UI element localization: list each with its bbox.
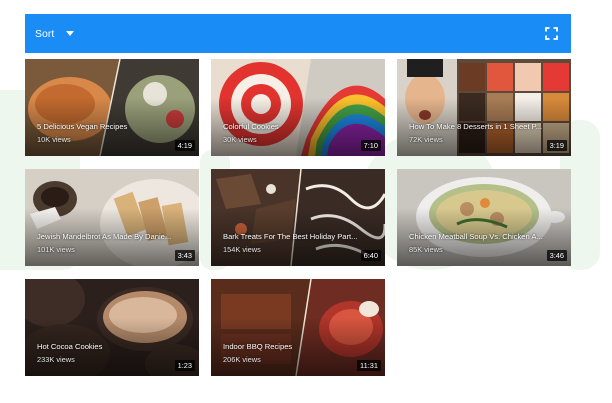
video-duration: 4:19 <box>174 140 195 151</box>
video-views: 10K views <box>37 135 71 144</box>
video-title[interactable]: Hot Cocoa Cookies <box>37 342 187 351</box>
video-card[interactable]: How To Make 8 Desserts in 1 Sheet P... 7… <box>397 59 571 156</box>
sort-button[interactable]: Sort <box>35 27 75 40</box>
caret-down-icon <box>66 31 75 36</box>
video-views: 30K views <box>223 135 257 144</box>
video-title[interactable]: Chicken Meatball Soup Vs. Chicken A... <box>409 232 559 241</box>
video-card[interactable]: Chicken Meatball Soup Vs. Chicken A... 8… <box>397 169 571 266</box>
video-views: 85K views <box>409 245 443 254</box>
video-title[interactable]: Bark Treats For The Best Holiday Part... <box>223 232 373 241</box>
video-duration: 3:19 <box>546 140 567 151</box>
video-card[interactable]: Hot Cocoa Cookies 233K views 1:23 <box>25 279 199 376</box>
video-title[interactable]: Jewish Mandelbrot As Made By Danie... <box>37 232 187 241</box>
toolbar: Sort <box>25 14 571 53</box>
video-card[interactable]: Bark Treats For The Best Holiday Part...… <box>211 169 385 266</box>
video-views: 233K views <box>37 355 75 364</box>
sort-label: Sort <box>35 27 55 40</box>
video-title[interactable]: Indoor BBQ Recipes <box>223 342 373 351</box>
video-duration: 1:23 <box>174 360 195 371</box>
video-title[interactable]: Colorful Cookies <box>223 122 373 131</box>
video-views: 154K views <box>223 245 261 254</box>
video-card[interactable]: Jewish Mandelbrot As Made By Danie... 10… <box>25 169 199 266</box>
video-views: 101K views <box>37 245 75 254</box>
video-card[interactable]: Colorful Cookies 30K views 7:10 <box>211 59 385 156</box>
video-views: 72K views <box>409 135 443 144</box>
video-duration: 3:43 <box>174 250 195 261</box>
video-card[interactable]: 5 Delicious Vegan Recipes 10K views 4:19 <box>25 59 199 156</box>
video-card[interactable]: Indoor BBQ Recipes 206K views 11:31 <box>211 279 385 376</box>
video-title[interactable]: 5 Delicious Vegan Recipes <box>37 122 187 131</box>
fullscreen-icon[interactable] <box>545 27 558 40</box>
video-duration: 6:40 <box>360 250 381 261</box>
video-views: 206K views <box>223 355 261 364</box>
video-duration: 11:31 <box>357 360 381 371</box>
video-duration: 3:46 <box>546 250 567 261</box>
video-duration: 7:10 <box>360 140 381 151</box>
video-title[interactable]: How To Make 8 Desserts in 1 Sheet P... <box>409 122 559 131</box>
